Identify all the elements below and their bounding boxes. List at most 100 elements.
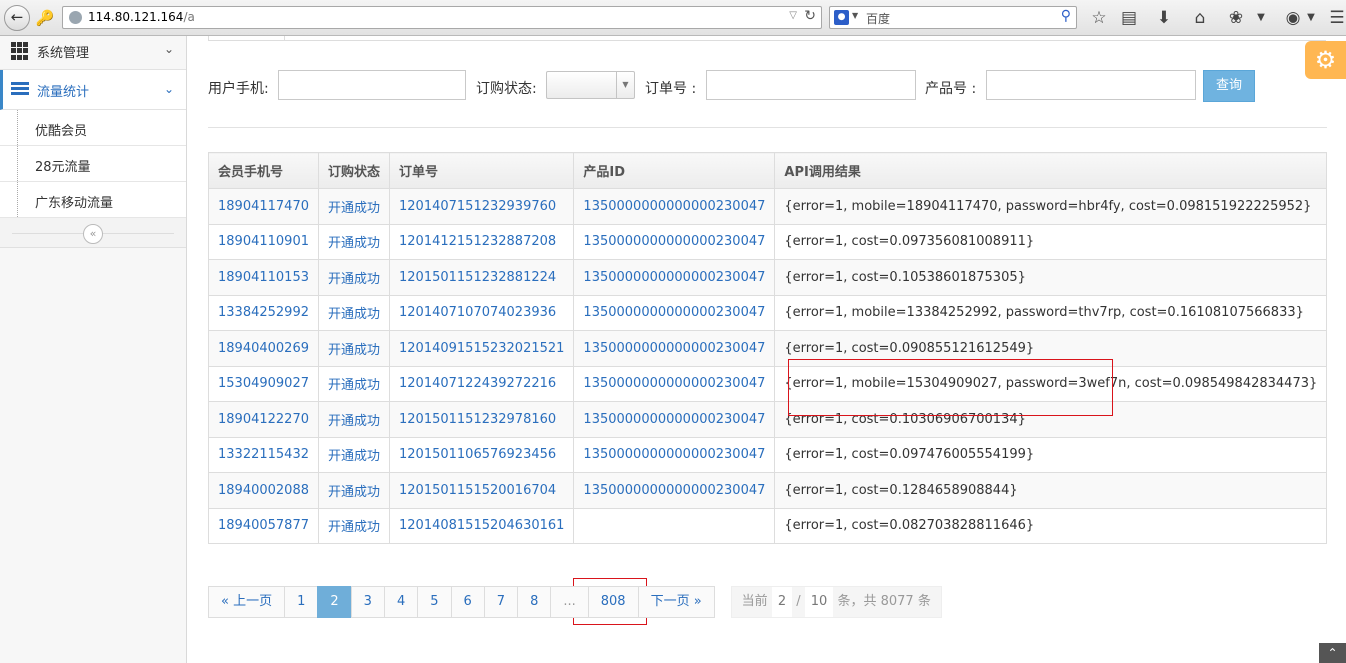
page-button[interactable]: 2 [317,586,352,618]
order-status-cell[interactable]: 开通成功 [317,294,391,331]
member-phone-cell[interactable]: 15304909027 [208,365,319,402]
download-icon[interactable]: ⬇ [1153,7,1175,29]
product-id-cell[interactable]: 1350000000000000230047 [573,401,776,438]
browser-toolbar: ← 🔑 114.80.121.164/a ▽ ↻ ● ▼ 百度 ⚲ ☆ ▤ ⬇ … [0,0,1346,36]
chevron-down-icon[interactable]: ▼ [1250,7,1272,29]
sidebar-subitem-label: 28元流量 [35,160,91,175]
grid-icon [11,42,29,60]
scroll-to-top-icon[interactable]: ⌃ [1319,643,1346,663]
order-id-cell[interactable]: 12014081515204630161 [388,507,575,544]
page-button[interactable]: 3 [350,586,385,618]
divider [208,127,1327,128]
order-id-cell[interactable]: 1201501106576923456 [388,436,575,473]
order-status-cell[interactable]: 开通成功 [317,401,391,438]
order-id-cell[interactable]: 1201407107074023936 [388,294,575,331]
table-header-row: 会员手机号 订购状态 订单号 产品ID API调用结果 [208,152,1328,189]
api-result-cell: {error=1, cost=0.097356081008911} [774,223,1328,260]
bug-icon[interactable]: ❀ [1225,7,1247,29]
page-button[interactable]: 808 [587,586,639,618]
menu-icon[interactable]: ☰ [1326,7,1346,29]
bars-icon [11,82,29,100]
home-icon[interactable]: ⌂ [1189,7,1211,29]
member-phone-cell[interactable]: 18940400269 [208,330,319,367]
search-input[interactable]: 百度 [866,10,890,27]
product-id-cell[interactable]: 1350000000000000230047 [573,436,776,473]
product-id-cell[interactable]: 1350000000000000230047 [573,472,776,509]
order-label: 订单号 : [645,81,697,97]
orders-table: 会员手机号 订购状态 订单号 产品ID API调用结果 18904117470 开… [208,152,1328,544]
prev-page-button[interactable]: « 上一页 [208,586,286,618]
member-phone-cell[interactable]: 18940002088 [208,472,319,509]
sidebar-subitem-guangdong[interactable]: 广东移动流量 [0,182,186,218]
next-page-button[interactable]: 下一页 » [637,586,715,618]
tab-active[interactable] [208,36,285,41]
product-id-cell[interactable]: 1350000000000000230047 [573,330,776,367]
api-result-cell: {error=1, cost=0.097476005554199} [774,436,1328,473]
key-icon[interactable]: 🔑 [34,7,56,29]
order-status-cell[interactable]: 开通成功 [317,330,391,367]
sidebar-item-traffic[interactable]: 流量统计 ⌄ [0,70,186,110]
order-status-cell[interactable]: 开通成功 [317,436,391,473]
order-status-cell[interactable]: 开通成功 [317,223,391,260]
baidu-icon[interactable]: ● [834,10,849,25]
page-button[interactable]: 6 [450,586,485,618]
member-phone-cell[interactable]: 18904110153 [208,259,319,296]
product-id-cell[interactable]: 1350000000000000230047 [573,223,776,260]
collapse-sidebar-icon[interactable]: « [83,224,103,244]
query-button[interactable]: 查询 [1203,70,1255,102]
member-phone-cell[interactable]: 18940057877 [208,507,319,544]
order-id-cell[interactable]: 1201501151232978160 [388,401,575,438]
status-select[interactable]: ▼ [546,71,635,99]
address-bar[interactable]: 114.80.121.164/a ▽ ↻ [62,6,822,29]
total-pages: 10 [804,587,834,617]
order-status-cell[interactable]: 开通成功 [317,472,391,509]
column-header: 产品ID [573,152,776,189]
product-input[interactable] [986,70,1196,100]
page-button[interactable]: 1 [284,586,319,618]
table-row: 13322115432 开通成功 1201501106576923456 135000… [208,436,1328,473]
url-dropdown-icon[interactable]: ▽ [789,10,797,21]
order-status-cell[interactable]: 开通成功 [317,365,391,402]
order-status-cell[interactable]: 开通成功 [317,259,391,296]
phone-input[interactable] [278,70,466,100]
member-phone-cell[interactable]: 13384252992 [208,294,319,331]
order-input[interactable] [706,70,916,100]
page-button[interactable]: 5 [417,586,452,618]
chevron-down-icon[interactable]: ▼ [1300,7,1322,29]
clipboard-icon[interactable]: ▤ [1118,7,1140,29]
order-status-cell[interactable]: 开通成功 [317,188,391,225]
page-button[interactable]: 7 [483,586,519,618]
order-id-cell[interactable]: 1201407122439272216 [388,365,575,402]
search-icon[interactable]: ⚲ [1061,8,1071,24]
product-label: 产品号 : [925,81,977,97]
product-id-cell[interactable]: 1350000000000000230047 [573,365,776,402]
order-id-cell[interactable]: 1201412151232887208 [388,223,575,260]
member-phone-cell[interactable]: 18904122270 [208,401,319,438]
filter-form: 用户手机: 订购状态: ▼ 订单号 : 产品号 : 查询 [208,70,1328,102]
reload-icon[interactable]: ↻ [804,8,816,24]
current-page-input[interactable]: 2 [771,587,793,617]
sidebar-item-system[interactable]: 系统管理 ⌄ [0,36,186,70]
member-phone-cell[interactable]: 13322115432 [208,436,319,473]
order-id-cell[interactable]: 12014091515232021521 [388,330,575,367]
member-phone-cell[interactable]: 18904117470 [208,188,319,225]
product-id-cell[interactable]: 1350000000000000230047 [573,188,776,225]
sidebar-subitem-youku[interactable]: 优酷会员 [0,110,186,146]
url-text[interactable]: 114.80.121.164/a [88,10,195,24]
order-id-cell[interactable]: 1201407151232939760 [388,188,575,225]
product-id-cell[interactable]: 1350000000000000230047 [573,294,776,331]
globe-icon [69,11,82,24]
search-bar[interactable]: ● ▼ 百度 ⚲ [829,6,1077,29]
back-button[interactable]: ← [4,5,30,31]
chevron-down-icon[interactable]: ▼ [852,11,858,20]
page-button[interactable]: 4 [383,586,419,618]
page-button[interactable]: 8 [517,586,552,618]
member-phone-cell[interactable]: 18904110901 [208,223,319,260]
sidebar-subitem-28yuan[interactable]: 28元流量 [0,146,186,182]
order-status-cell[interactable]: 开通成功 [317,507,391,544]
bookmark-star-icon[interactable]: ☆ [1088,7,1110,29]
product-id-cell[interactable]: 1350000000000000230047 [573,259,776,296]
order-id-cell[interactable]: 1201501151232881224 [388,259,575,296]
table-row: 18904117470 开通成功 1201407151232939760 135000… [208,188,1328,225]
order-id-cell[interactable]: 1201501151520016704 [388,472,575,509]
